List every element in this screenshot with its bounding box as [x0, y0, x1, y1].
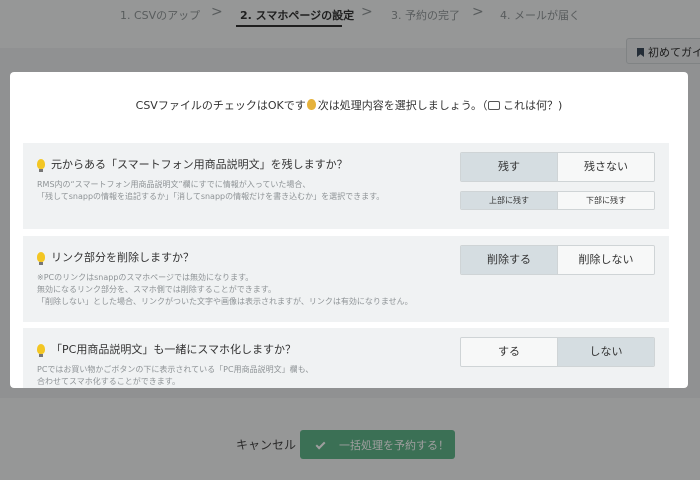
option-dont-remove[interactable]: 削除しない [557, 246, 654, 274]
lightbulb-icon [37, 252, 45, 265]
description-line: 無効になるリンク部分を、スマホ側では削除することができます。 [37, 285, 276, 294]
settings-modal: CSVファイルのチェックはOKです 次は処理内容を選択しましょう。（ これは何？)… [10, 72, 688, 388]
section-question: 元からある「スマートフォン用商品説明文」を残しますか？ [37, 156, 348, 172]
chat-icon [487, 101, 500, 110]
description-line: ※PCのリンクはsnappのスマホページでは無効になります。 [37, 273, 254, 282]
option-dont[interactable]: しない [557, 338, 654, 366]
description-line: 「残してsnappの情報を追記するか」「消してsnappの情報だけを書き込むか」… [37, 192, 385, 201]
ok-hand-icon [306, 99, 316, 110]
lightbulb-icon [37, 159, 45, 172]
question-text: リンク部分を削除しますか？ [51, 251, 194, 264]
option-remove[interactable]: 削除する [461, 246, 557, 274]
help-link[interactable]: これは何？) [487, 99, 563, 112]
pc-description-toggle: する しない [460, 337, 655, 367]
option-keep-bottom[interactable]: 下部に残す [557, 192, 654, 209]
lightbulb-icon [37, 344, 45, 357]
header-prefix: CSVファイルのチェックはOKです [135, 99, 306, 112]
keep-toggle: 残す 残さない [460, 152, 655, 182]
option-do[interactable]: する [461, 338, 557, 366]
header-suffix: 次は処理内容を選択しましょう。（ [317, 99, 488, 112]
section-question: リンク部分を削除しますか？ [37, 249, 194, 265]
section-description: ※PCのリンクはsnappのスマホページでは無効になります。 無効になるリンク部… [37, 272, 413, 308]
option-dont-keep[interactable]: 残さない [557, 153, 654, 181]
position-toggle: 上部に残す 下部に残す [460, 191, 655, 210]
question-text: 元からある「スマートフォン用商品説明文」を残しますか？ [51, 158, 348, 171]
help-link-label: これは何？) [503, 99, 563, 112]
description-line: 「削除しない」とした場合、リンクがついた文字や画像は表示されますが、リンクは有効… [37, 297, 413, 306]
description-line: 合わせてスマホ化することができます。 [37, 377, 180, 386]
modal-header: CSVファイルのチェックはOKです 次は処理内容を選択しましょう。（ これは何？) [10, 97, 688, 113]
description-line: RMS内の“スマートフォン用商品説明文”欄にすでに情報が入っていた場合、 [37, 180, 311, 189]
option-keep-top[interactable]: 上部に残す [461, 192, 557, 209]
question-text: 「PC用商品説明文」も一緒にスマホ化しますか？ [51, 343, 296, 356]
description-line: PCではお買い物かごボタンの下に表示されている「PC用商品説明文」欄も、 [37, 365, 314, 374]
section-description: PCではお買い物かごボタンの下に表示されている「PC用商品説明文」欄も、 合わせ… [37, 364, 313, 388]
section-question: 「PC用商品説明文」も一緒にスマホ化しますか？ [37, 341, 296, 357]
option-section-keep-description: 元からある「スマートフォン用商品説明文」を残しますか？ RMS内の“スマートフォ… [23, 143, 669, 229]
remove-links-toggle: 削除する 削除しない [460, 245, 655, 275]
option-section-pc-description: 「PC用商品説明文」も一緒にスマホ化しますか？ PCではお買い物かごボタンの下に… [23, 328, 669, 388]
option-keep[interactable]: 残す [461, 153, 557, 181]
section-description: RMS内の“スマートフォン用商品説明文”欄にすでに情報が入っていた場合、 「残し… [37, 179, 384, 203]
option-section-remove-links: リンク部分を削除しますか？ ※PCのリンクはsnappのスマホページでは無効にな… [23, 236, 669, 322]
